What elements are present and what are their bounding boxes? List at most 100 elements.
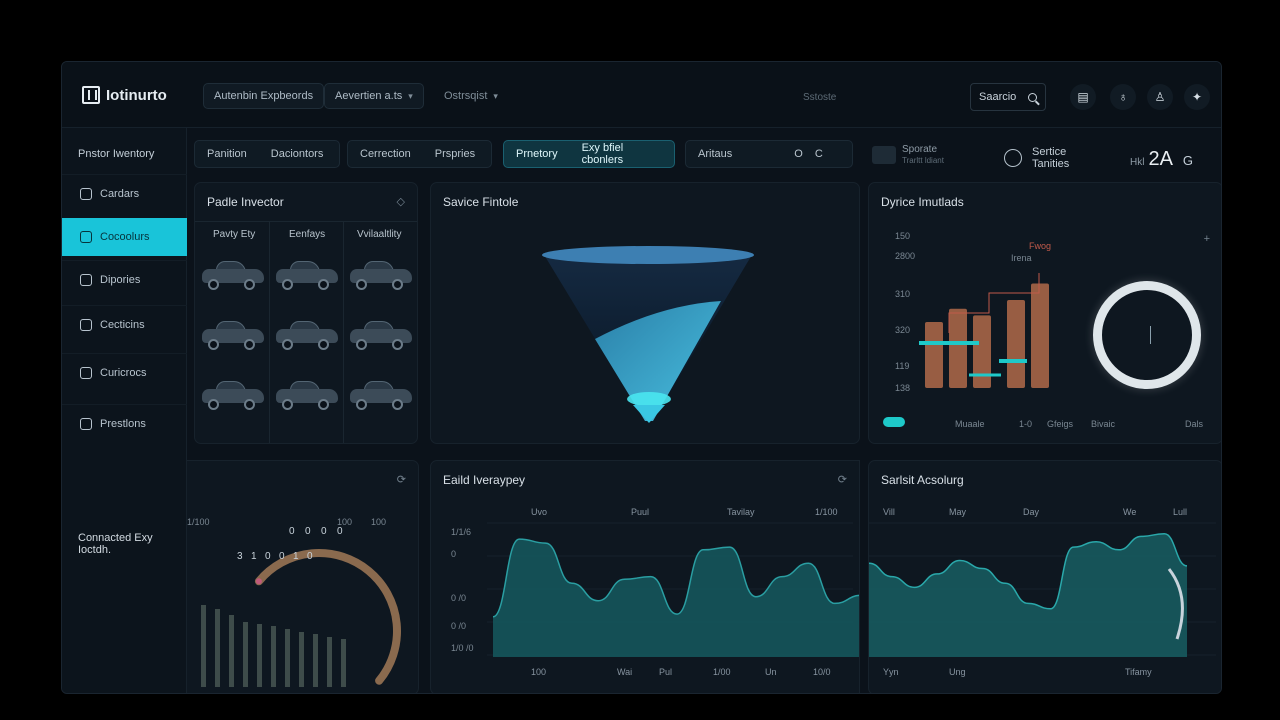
car-wheel [356, 279, 367, 290]
tab-c[interactable]: C [815, 148, 835, 160]
list-icon [80, 417, 92, 430]
car-wheel [392, 279, 403, 290]
x-tick-top: Uvo [531, 507, 547, 517]
y-tick: 0 [451, 549, 456, 559]
gauge-digit: 0 [279, 551, 285, 562]
car-thumbnail[interactable] [274, 379, 340, 413]
app-window: Iotinurto Autenbin Expbeords Aevertien a… [61, 61, 1222, 694]
tab-cerrection[interactable]: Cerrection [348, 148, 423, 160]
tab-daciontors[interactable]: Daciontors [259, 148, 336, 160]
gauge-bar [327, 637, 332, 687]
tab-o[interactable]: O [782, 148, 815, 160]
car-wheel [392, 399, 403, 410]
inventory-col-header: Vvilaaltlity [357, 229, 402, 240]
device-bar[interactable] [949, 308, 967, 388]
sidebar-item-collections[interactable]: Cecticins [62, 305, 187, 343]
car-thumbnail[interactable] [348, 259, 414, 293]
x-tick-top: Puul [631, 507, 649, 517]
user-icon[interactable]: ♙ [1147, 84, 1173, 110]
gauge-bar [243, 622, 248, 687]
tab-prspries[interactable]: Prspries [423, 148, 487, 160]
car-thumbnail[interactable] [200, 319, 266, 353]
kpi-sporate-sub: Trarltt ldiant [902, 156, 944, 165]
gauge-digit: 0 [305, 526, 311, 537]
logo-icon [82, 86, 100, 104]
tab-prnetory[interactable]: Prnetory [504, 148, 570, 160]
car-thumbnail[interactable] [348, 319, 414, 353]
kpi-sporate: Sporate Trarltt ldiant [872, 144, 944, 166]
kpi-service-title: Sertice [1032, 146, 1067, 158]
device-title: Dyrice Imutlads [881, 195, 964, 209]
sidebar-item-cars[interactable]: Cardars [62, 174, 187, 212]
gauge-chart: 0 0 0 03 1 0 0 1 0 [201, 526, 401, 687]
nav-pill-dashboards[interactable]: Autenbin Expbeords [203, 83, 325, 109]
legend-label: Dals [1185, 419, 1204, 429]
x-tick-top: We [1123, 507, 1136, 517]
x-tick-top: Vill [883, 507, 895, 517]
funnel-tip [633, 405, 665, 423]
history-area-chart: 1/1/6 0 0 /0 0 /0 1/0 /0 Uvo Puul Tavilay 1/100 1… [451, 507, 859, 677]
car-wheel [318, 339, 329, 350]
car-thumbnail[interactable] [274, 259, 340, 293]
nav-pill-dropdown-label: Aevertien a.ts [335, 90, 403, 102]
nav-filter-dropdown[interactable]: Ostrsqist ▾ [434, 83, 508, 109]
refresh-icon[interactable]: ⟳ [397, 473, 406, 486]
settings-icon[interactable]: ✦ [1184, 84, 1210, 110]
sidebar-item-colours[interactable]: Cocoolurs [62, 218, 187, 256]
x-tick-top: May [949, 507, 967, 517]
x-tick-bottom: Pul [659, 667, 672, 677]
funnel-rim [542, 246, 754, 264]
y-tick: 0 /0 [451, 621, 466, 631]
legend-label: Bivaic [1091, 419, 1116, 429]
kpi-value-suffix: G [1182, 153, 1194, 168]
tab-aritaus[interactable]: Aritaus [686, 148, 744, 160]
tab-group-3[interactable]: Prnetory Exy bfiel cbonlers [503, 140, 675, 168]
sidebar-item-deliveries[interactable]: Dipories [62, 260, 187, 298]
bell-icon[interactable]: ♁ [1110, 84, 1136, 110]
device-bar[interactable] [973, 315, 991, 388]
doc-icon[interactable]: ▤ [1070, 84, 1096, 110]
sidebar-item-label: Curicrocs [100, 366, 147, 379]
sales-area-chart: Vill May Day We Lull Yyn Ung Tifamy [869, 507, 1216, 677]
inventory-card: Padle Invector ◇ Pavty Ety Eenfays Vvila… [194, 182, 418, 444]
area-fill [869, 533, 1187, 657]
sidebar-item-positions[interactable]: Prestlons [62, 404, 187, 442]
area-fill [493, 539, 859, 657]
user-icon [80, 366, 92, 379]
search-box[interactable]: Saarcio [970, 83, 1046, 111]
car-wheel [356, 399, 367, 410]
tab-exy[interactable]: Exy bfiel cbonlers [570, 142, 674, 166]
tab-group-1[interactable]: Panition Daciontors [194, 140, 340, 168]
gauge-digit: 1 [251, 551, 257, 562]
car-wheel [318, 399, 329, 410]
menu-icon[interactable]: ◇ [397, 195, 405, 208]
tab-group-4[interactable]: Aritaus O C [685, 140, 853, 168]
y-tick: 320 [895, 325, 911, 335]
gauge-bar [229, 615, 234, 687]
gauge-digit: 0 [289, 526, 295, 537]
car-thumbnail[interactable] [200, 379, 266, 413]
expand-icon[interactable]: + [1204, 233, 1210, 245]
legend-toggle[interactable] [883, 417, 905, 427]
tab-group-2[interactable]: Cerrection Prspries [347, 140, 492, 168]
car-thumbnail[interactable] [200, 259, 266, 293]
device-bar[interactable] [1007, 300, 1025, 388]
gauge-bar [271, 626, 276, 687]
sidebar-item-customers[interactable]: Curicrocs [62, 353, 187, 391]
car-icon [80, 187, 92, 200]
car-thumbnail[interactable] [348, 379, 414, 413]
device-bar[interactable] [925, 322, 943, 388]
refresh-icon[interactable]: ⟳ [838, 473, 847, 486]
nav-pill-dropdown[interactable]: Aevertien a.ts ▾ [324, 83, 424, 109]
brand-logo[interactable]: Iotinurto [82, 86, 167, 104]
car-thumbnail[interactable] [274, 319, 340, 353]
inventory-col-header: Eenfays [289, 229, 326, 240]
x-tick-bottom: 10/0 [813, 667, 831, 677]
y-tick: 1/1/6 [451, 527, 471, 537]
tab-panition[interactable]: Panition [195, 148, 259, 160]
device-bar[interactable] [1031, 283, 1049, 389]
sales-title: Sarlsit Acsolurg [881, 473, 964, 487]
car-wheel [282, 399, 293, 410]
sidebar-item-label: Prestlons [100, 417, 146, 430]
connected-label: Connacted Exy Ioctdh. [78, 532, 153, 556]
